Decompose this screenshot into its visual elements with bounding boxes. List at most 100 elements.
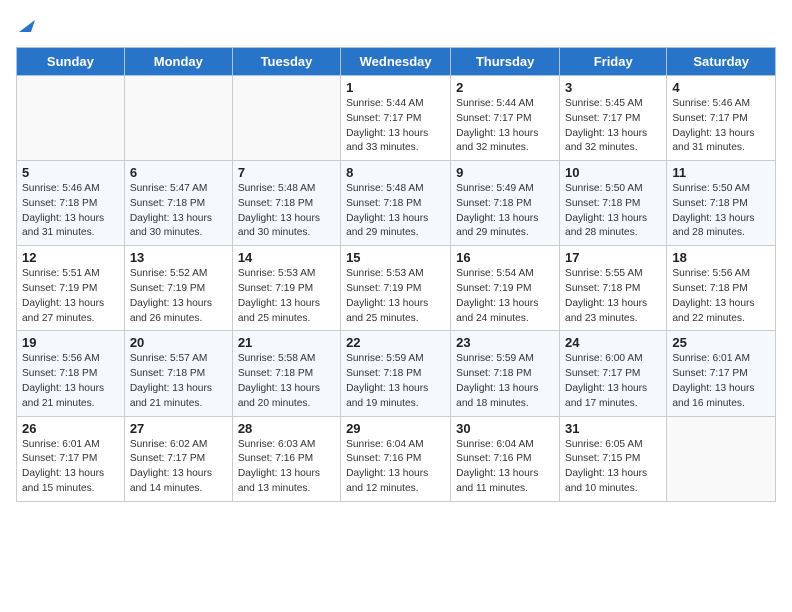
- day-info: Sunrise: 5:48 AM Sunset: 7:18 PM Dayligh…: [238, 182, 335, 241]
- calendar-cell: 5 Sunrise: 5:46 AM Sunset: 7:18 PM Daylig…: [17, 161, 125, 246]
- day-number: 4: [672, 80, 770, 95]
- calendar-cell: 8Sunrise: 5:48 AM Sunset: 7:18 PM Daylig…: [341, 161, 451, 246]
- weekday-header-sunday: Sunday: [17, 48, 125, 76]
- weekday-header-saturday: Saturday: [667, 48, 776, 76]
- day-number: 17: [565, 250, 661, 265]
- day-number: 10: [565, 165, 661, 180]
- calendar-cell: 7 Sunrise: 5:48 AM Sunset: 7:18 PM Daylig…: [232, 161, 340, 246]
- day-number: 5: [22, 165, 119, 180]
- weekday-header-monday: Monday: [124, 48, 232, 76]
- day-number: 16: [456, 250, 554, 265]
- calendar-cell: [667, 416, 776, 501]
- calendar-week-row: 19 Sunrise: 5:56 AM Sunset: 7:18 PM Dayli…: [17, 331, 776, 416]
- calendar-cell: 15 Sunrise: 5:53 AM Sunset: 7:19 PM Dayli…: [341, 246, 451, 331]
- calendar-week-row: 1 Sunrise: 5:44 AM Sunset: 7:17 PM Daylig…: [17, 76, 776, 161]
- day-info: Sunrise: 5:59 AM Sunset: 7:18 PM Dayligh…: [456, 352, 554, 411]
- day-info: Sunrise: 6:01 AM Sunset: 7:17 PM Dayligh…: [22, 438, 119, 497]
- weekday-header-tuesday: Tuesday: [232, 48, 340, 76]
- day-number: 12: [22, 250, 119, 265]
- day-info: Sunrise: 5:52 AM Sunset: 7:19 PM Dayligh…: [130, 267, 227, 326]
- calendar-cell: 17 Sunrise: 5:55 AM Sunset: 7:18 PM Dayli…: [560, 246, 667, 331]
- day-info: Sunrise: 5:55 AM Sunset: 7:18 PM Dayligh…: [565, 267, 661, 326]
- day-number: 6: [130, 165, 227, 180]
- day-info: Sunrise: 5:56 AM Sunset: 7:18 PM Dayligh…: [672, 267, 770, 326]
- page-container: SundayMondayTuesdayWednesdayThursdayFrid…: [0, 0, 792, 510]
- calendar-cell: 16Sunrise: 5:54 AM Sunset: 7:19 PM Dayli…: [451, 246, 560, 331]
- day-number: 19: [22, 335, 119, 350]
- calendar-cell: 26 Sunrise: 6:01 AM Sunset: 7:17 PM Dayli…: [17, 416, 125, 501]
- weekday-header-thursday: Thursday: [451, 48, 560, 76]
- calendar-cell: 22Sunrise: 5:59 AM Sunset: 7:18 PM Dayli…: [341, 331, 451, 416]
- day-info: Sunrise: 5:44 AM Sunset: 7:17 PM Dayligh…: [346, 97, 445, 156]
- day-info: Sunrise: 6:01 AM Sunset: 7:17 PM Dayligh…: [672, 352, 770, 411]
- day-info: Sunrise: 5:44 AM Sunset: 7:17 PM Dayligh…: [456, 97, 554, 156]
- calendar-cell: 1 Sunrise: 5:44 AM Sunset: 7:17 PM Daylig…: [341, 76, 451, 161]
- calendar-cell: 12Sunrise: 5:51 AM Sunset: 7:19 PM Dayli…: [17, 246, 125, 331]
- day-number: 7: [238, 165, 335, 180]
- calendar-cell: 20Sunrise: 5:57 AM Sunset: 7:18 PM Dayli…: [124, 331, 232, 416]
- day-info: Sunrise: 5:46 AM Sunset: 7:18 PM Dayligh…: [22, 182, 119, 241]
- day-info: Sunrise: 5:50 AM Sunset: 7:18 PM Dayligh…: [672, 182, 770, 241]
- calendar-cell: 13 Sunrise: 5:52 AM Sunset: 7:19 PM Dayli…: [124, 246, 232, 331]
- day-info: Sunrise: 6:05 AM Sunset: 7:15 PM Dayligh…: [565, 438, 661, 497]
- calendar-cell: [232, 76, 340, 161]
- calendar-cell: 30 Sunrise: 6:04 AM Sunset: 7:16 PM Dayli…: [451, 416, 560, 501]
- calendar-cell: 6 Sunrise: 5:47 AM Sunset: 7:18 PM Daylig…: [124, 161, 232, 246]
- weekday-header-row: SundayMondayTuesdayWednesdayThursdayFrid…: [17, 48, 776, 76]
- day-number: 2: [456, 80, 554, 95]
- day-number: 28: [238, 421, 335, 436]
- calendar-table: SundayMondayTuesdayWednesdayThursdayFrid…: [16, 47, 776, 502]
- day-number: 11: [672, 165, 770, 180]
- calendar-cell: 18 Sunrise: 5:56 AM Sunset: 7:18 PM Dayli…: [667, 246, 776, 331]
- calendar-cell: 25Sunrise: 6:01 AM Sunset: 7:17 PM Dayli…: [667, 331, 776, 416]
- day-info: Sunrise: 5:50 AM Sunset: 7:18 PM Dayligh…: [565, 182, 661, 241]
- logo: [16, 16, 35, 35]
- day-number: 3: [565, 80, 661, 95]
- day-info: Sunrise: 5:56 AM Sunset: 7:18 PM Dayligh…: [22, 352, 119, 411]
- day-number: 22: [346, 335, 445, 350]
- day-info: Sunrise: 5:53 AM Sunset: 7:19 PM Dayligh…: [346, 267, 445, 326]
- calendar-cell: 9 Sunrise: 5:49 AM Sunset: 7:18 PM Daylig…: [451, 161, 560, 246]
- calendar-cell: 29Sunrise: 6:04 AM Sunset: 7:16 PM Dayli…: [341, 416, 451, 501]
- day-info: Sunrise: 5:58 AM Sunset: 7:18 PM Dayligh…: [238, 352, 335, 411]
- weekday-header-friday: Friday: [560, 48, 667, 76]
- day-number: 9: [456, 165, 554, 180]
- header: [16, 16, 776, 35]
- calendar-cell: 24 Sunrise: 6:00 AM Sunset: 7:17 PM Dayli…: [560, 331, 667, 416]
- calendar-cell: [124, 76, 232, 161]
- day-info: Sunrise: 6:03 AM Sunset: 7:16 PM Dayligh…: [238, 438, 335, 497]
- calendar-cell: [17, 76, 125, 161]
- day-number: 8: [346, 165, 445, 180]
- calendar-cell: 14 Sunrise: 5:53 AM Sunset: 7:19 PM Dayli…: [232, 246, 340, 331]
- day-info: Sunrise: 6:04 AM Sunset: 7:16 PM Dayligh…: [456, 438, 554, 497]
- day-info: Sunrise: 6:00 AM Sunset: 7:17 PM Dayligh…: [565, 352, 661, 411]
- day-number: 15: [346, 250, 445, 265]
- calendar-cell: 3 Sunrise: 5:45 AM Sunset: 7:17 PM Daylig…: [560, 76, 667, 161]
- day-number: 13: [130, 250, 227, 265]
- day-number: 24: [565, 335, 661, 350]
- day-number: 14: [238, 250, 335, 265]
- day-number: 27: [130, 421, 227, 436]
- day-number: 26: [22, 421, 119, 436]
- day-info: Sunrise: 5:47 AM Sunset: 7:18 PM Dayligh…: [130, 182, 227, 241]
- calendar-cell: 31 Sunrise: 6:05 AM Sunset: 7:15 PM Dayli…: [560, 416, 667, 501]
- day-number: 23: [456, 335, 554, 350]
- day-number: 1: [346, 80, 445, 95]
- calendar-cell: 19 Sunrise: 5:56 AM Sunset: 7:18 PM Dayli…: [17, 331, 125, 416]
- calendar-cell: 10 Sunrise: 5:50 AM Sunset: 7:18 PM Dayli…: [560, 161, 667, 246]
- day-number: 18: [672, 250, 770, 265]
- day-number: 29: [346, 421, 445, 436]
- day-info: Sunrise: 6:02 AM Sunset: 7:17 PM Dayligh…: [130, 438, 227, 497]
- calendar-cell: 2 Sunrise: 5:44 AM Sunset: 7:17 PM Daylig…: [451, 76, 560, 161]
- calendar-cell: 27 Sunrise: 6:02 AM Sunset: 7:17 PM Dayli…: [124, 416, 232, 501]
- calendar-week-row: 26 Sunrise: 6:01 AM Sunset: 7:17 PM Dayli…: [17, 416, 776, 501]
- calendar-cell: 11 Sunrise: 5:50 AM Sunset: 7:18 PM Dayli…: [667, 161, 776, 246]
- day-number: 31: [565, 421, 661, 436]
- day-info: Sunrise: 5:45 AM Sunset: 7:17 PM Dayligh…: [565, 97, 661, 156]
- weekday-header-wednesday: Wednesday: [341, 48, 451, 76]
- logo-bird-icon: [17, 16, 35, 34]
- day-number: 30: [456, 421, 554, 436]
- day-info: Sunrise: 5:53 AM Sunset: 7:19 PM Dayligh…: [238, 267, 335, 326]
- day-number: 21: [238, 335, 335, 350]
- day-info: Sunrise: 5:49 AM Sunset: 7:18 PM Dayligh…: [456, 182, 554, 241]
